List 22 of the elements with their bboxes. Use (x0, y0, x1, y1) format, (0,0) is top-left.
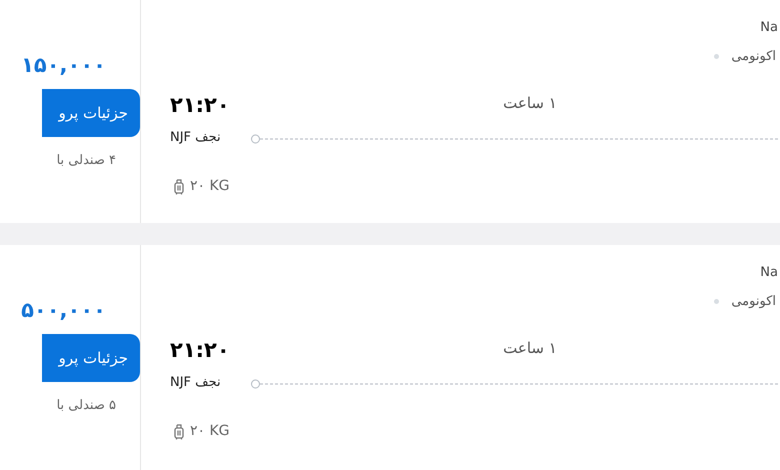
departure-time: ۲۱:۲۰ (170, 92, 231, 118)
dot-icon (714, 54, 720, 60)
details-button[interactable]: جزئیات پرو (42, 334, 140, 382)
airline-name: Na (760, 19, 778, 37)
baggage-allowance: ۲۰ KG (190, 422, 230, 441)
luggage-icon (174, 424, 184, 440)
seats-left: ۵ صندلی با (56, 397, 116, 415)
airline-name: Na (760, 264, 778, 282)
seats-left: ۴ صندلی با (56, 152, 116, 170)
dot-icon (714, 299, 720, 304)
cabin-class: اکونومی (731, 48, 776, 66)
flight-duration: ۱ ساعت (503, 93, 557, 114)
flight-duration: ۱ ساعت (503, 338, 557, 359)
details-button[interactable]: جزئیات پرو (42, 89, 140, 137)
cabin-class: اکونومی (731, 293, 776, 311)
departure-time: ۲۱:۲۰ (170, 337, 231, 363)
departure-city: نجف NJF (170, 129, 221, 147)
price: ۵۰۰,۰۰۰ (21, 297, 106, 323)
luggage-icon (174, 178, 184, 194)
departure-city: نجف NJF (170, 374, 221, 392)
price: ۱۵۰,۰۰۰ (21, 52, 106, 78)
baggage-allowance: ۲۰ KG (190, 177, 230, 196)
